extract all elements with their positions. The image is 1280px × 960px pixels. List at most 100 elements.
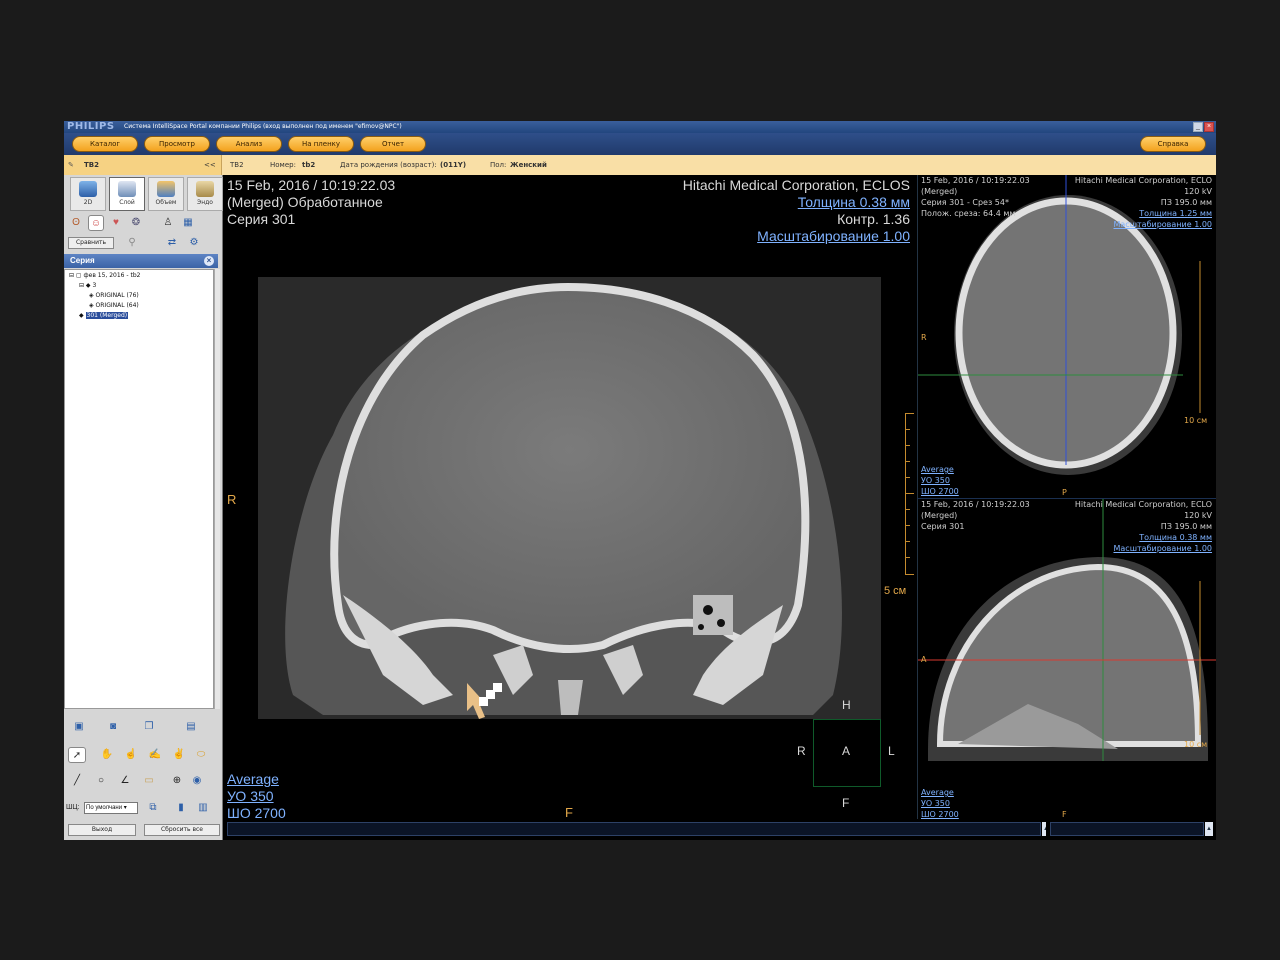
pin-icon[interactable]: ✎	[68, 155, 74, 175]
main-average-link[interactable]: Average	[227, 771, 279, 788]
sagittal-average-link[interactable]: Average	[921, 787, 954, 798]
patient-info-bar: ✎ ТВ2 << ТВ2 Номер: tb2 Дата рождения (в…	[64, 155, 1216, 175]
patient-name: ТВ2	[230, 161, 244, 169]
sagittal-window-width[interactable]: ШО 2700	[921, 809, 959, 819]
axial-fov: ПЗ 195.0 мм	[1160, 198, 1212, 207]
axial-average-link[interactable]: Average	[921, 464, 954, 475]
tree-study[interactable]: ⊟ ▢ фев 15, 2016 - tb2	[69, 272, 140, 279]
patient-tab[interactable]: ✎ ТВ2 <<	[64, 155, 222, 175]
tool-row-1: ʘ ☺ ♥ ❂ ♙ ▦	[68, 215, 220, 233]
ellipse-tool-icon[interactable]: ○	[92, 773, 110, 789]
annotation-tool-icon[interactable]: ⊕	[168, 773, 186, 789]
roi-icon[interactable]: ⬭	[192, 747, 210, 763]
main-zoom-link[interactable]: Масштабирование 1.00	[757, 228, 910, 245]
camera-icon[interactable]: ◙	[104, 719, 122, 735]
axial-zoom-link[interactable]: Масштабирование 1.00	[1113, 219, 1212, 230]
compare-button[interactable]: Сравнить	[68, 237, 114, 249]
export-icon[interactable]: ⇄	[164, 235, 180, 251]
menu-view[interactable]: Просмотр	[144, 136, 210, 152]
orient-f: F	[842, 796, 850, 810]
body-icon[interactable]: ♙	[160, 215, 176, 231]
book-icon[interactable]: ▤	[182, 719, 200, 735]
tree-original-64[interactable]: ◈ ORIGINAL (64)	[89, 302, 139, 309]
main-series-number: Серия 301	[227, 211, 296, 227]
menu-analysis[interactable]: Анализ	[216, 136, 282, 152]
sagittal-zoom-link[interactable]: Масштабирование 1.00	[1113, 543, 1212, 554]
patient-sex: Женский	[510, 161, 547, 169]
zoom-hand-icon[interactable]: ☝	[122, 747, 140, 763]
axial-window-width[interactable]: ШО 2700	[921, 486, 959, 497]
menu-catalog[interactable]: Каталог	[72, 136, 138, 152]
settings-icon[interactable]: ⚙	[186, 235, 202, 251]
axial-datetime: 15 Feb, 2016 / 10:19:22.03	[921, 176, 1030, 185]
tree-merged[interactable]: ◆ 301 (Merged)	[79, 312, 129, 319]
series-tree: ⊟ ▢ фев 15, 2016 - tb2 ⊟ ◆ 3 ◈ ORIGINAL …	[64, 269, 214, 709]
main-viewport[interactable]: 15 Feb, 2016 / 10:19:22.03 (Merged) Обра…	[223, 175, 916, 819]
right-status-up-icon[interactable]: ▲	[1205, 822, 1213, 836]
menu-report[interactable]: Отчет	[360, 136, 426, 152]
left-panel: 2D Слой Объем Эндо ʘ ☺ ♥ ❂ ♙ ▦ Сравнить	[64, 175, 223, 840]
collapse-button[interactable]: <<	[204, 155, 216, 175]
link-icon[interactable]: ⚲	[124, 235, 140, 251]
circle-roi-icon[interactable]: ◉	[188, 773, 206, 789]
close-button[interactable]: ×	[1204, 122, 1214, 132]
mode-endo[interactable]: Эндо	[187, 177, 223, 211]
orient-l: L	[888, 744, 895, 758]
axial-viewport[interactable]: 15 Feb, 2016 / 10:19:22.03 (Merged) Сери…	[917, 175, 1216, 498]
main-thickness-link[interactable]: Толщина 0.38 мм	[798, 194, 910, 211]
pan-icon[interactable]: ✋	[98, 747, 116, 763]
main-manufacturer: Hitachi Medical Corporation, ECLOS	[682, 177, 910, 193]
sagittal-datetime: 15 Feb, 2016 / 10:19:22.03	[921, 500, 1030, 509]
angle-tool-icon[interactable]: ∠	[116, 773, 134, 789]
axial-window-level[interactable]: УО 350	[921, 475, 950, 486]
title-bar: PHILIPS Система IntelliSpace Portal комп…	[64, 121, 1216, 133]
window-level-label: ШЦ:	[66, 804, 80, 811]
head-icon[interactable]: ☺	[88, 215, 104, 231]
reset-all-button[interactable]: Сбросить все	[144, 824, 220, 836]
main-scale-label: 5 см	[884, 585, 907, 597]
preset-icon[interactable]: ⧉	[144, 800, 162, 816]
tree-original-76-label: ORIGINAL (76)	[95, 292, 139, 299]
axial-left-orientation: R	[921, 333, 927, 342]
layout-icon[interactable]: ▦	[180, 215, 196, 231]
mode-2d[interactable]: 2D	[70, 177, 106, 211]
save-icon[interactable]: ▣	[70, 719, 88, 735]
lungs-icon[interactable]: ʘ	[68, 215, 84, 231]
scroll-hand-icon[interactable]: ✌	[170, 747, 188, 763]
film-icon[interactable]: ▮	[172, 800, 190, 816]
patient-number-label: Номер:	[270, 161, 296, 169]
sagittal-viewport[interactable]: 15 Feb, 2016 / 10:19:22.03 (Merged) Сери…	[917, 498, 1216, 819]
axial-thickness-link[interactable]: Толщина 1.25 мм	[1139, 208, 1212, 219]
bottom-tools: ▣ ◙ ❐ ▤ ➚ ✋ ☝ ✍ ✌ ⬭ ╱ ○ ∠ ▭ ⊕ ◉ ШЦ: По у…	[64, 711, 222, 840]
tree-node-3[interactable]: ⊟ ◆ 3	[79, 282, 96, 289]
sagittal-thickness-link[interactable]: Толщина 0.38 мм	[1139, 532, 1212, 543]
copy-icon[interactable]: ❐	[140, 719, 158, 735]
tree-original-76[interactable]: ◈ ORIGINAL (76)	[89, 292, 139, 299]
mode-volume[interactable]: Объем	[148, 177, 184, 211]
main-left-orientation: R	[227, 492, 237, 507]
help-button[interactable]: Справка	[1140, 136, 1206, 152]
print-icon[interactable]: ▥	[194, 800, 212, 816]
sagittal-window-level[interactable]: УО 350	[921, 798, 950, 809]
window-level-select[interactable]: По умолчани ▾	[84, 802, 138, 814]
brain-icon[interactable]: ❂	[128, 215, 144, 231]
main-status-field	[227, 822, 1041, 836]
exit-button[interactable]: Выход	[68, 824, 136, 836]
contrast-hand-icon[interactable]: ✍	[146, 747, 164, 763]
ruler-tool-icon[interactable]: ▭	[140, 773, 158, 789]
mode-slab[interactable]: Слой	[109, 177, 145, 211]
menu-bar: Каталог Просмотр Анализ На пленку Отчет …	[64, 133, 1216, 155]
right-status-bar: ▲	[1046, 819, 1216, 840]
minimize-button[interactable]: _	[1193, 122, 1203, 132]
series-close-icon[interactable]: ×	[204, 256, 214, 266]
sagittal-desc: (Merged)	[921, 511, 958, 520]
menu-film[interactable]: На пленку	[288, 136, 354, 152]
main-window-level[interactable]: УО 350	[227, 788, 274, 805]
sagittal-series: Серия 301	[921, 522, 965, 531]
pointer-icon[interactable]: ➚	[68, 747, 86, 763]
orient-r: R	[797, 744, 806, 758]
main-window-width[interactable]: ШО 2700	[227, 805, 286, 819]
line-tool-icon[interactable]: ╱	[68, 773, 86, 789]
heart-icon[interactable]: ♥	[108, 215, 124, 231]
tree-scrollbar[interactable]	[214, 269, 220, 709]
